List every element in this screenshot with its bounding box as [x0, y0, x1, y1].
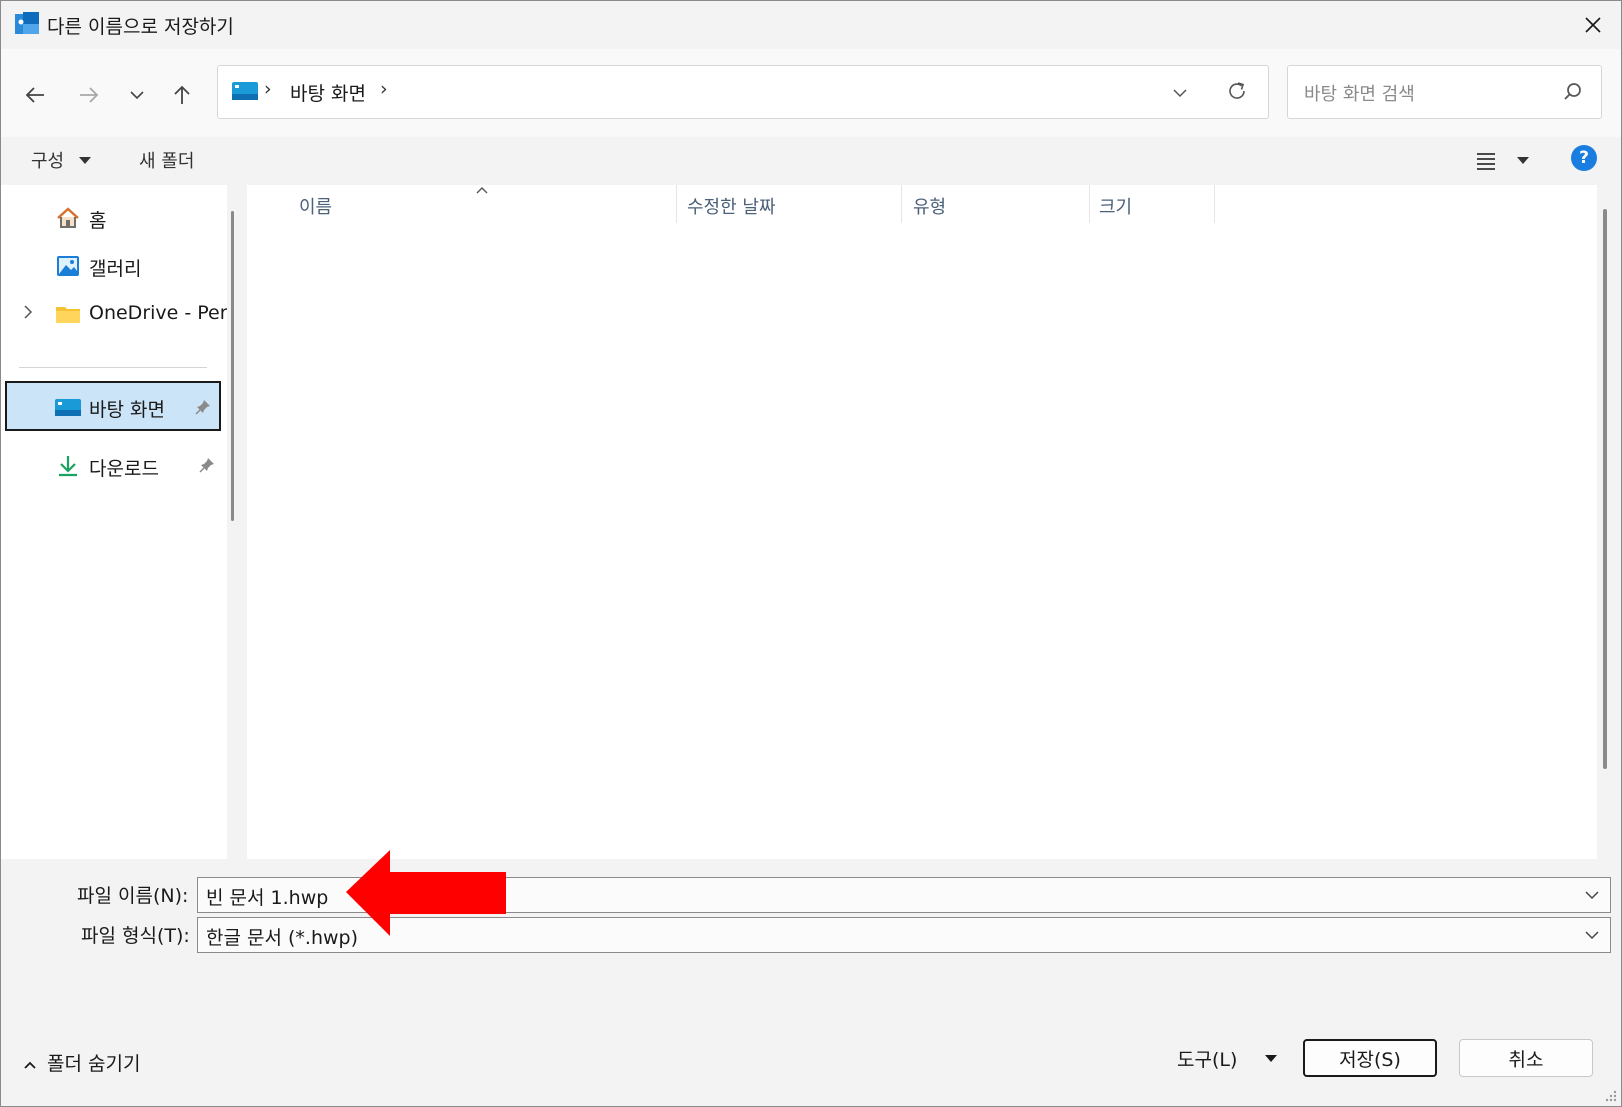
address-bar[interactable]: › 바탕 화면 ›: [217, 65, 1269, 119]
bottom-bar: 폴더 숨기기 도구(L) 저장(S) 취소: [1, 1019, 1621, 1106]
filename-value: 빈 문서 1.hwp: [206, 887, 329, 909]
chevron-down-icon[interactable]: [1584, 888, 1600, 902]
nav-item-label: OneDrive - Pers: [89, 302, 227, 324]
nav-item-home[interactable]: 홈: [1, 195, 227, 241]
column-divider[interactable]: [676, 185, 677, 223]
hwp-doc-icon: [15, 12, 39, 34]
navigation-pane: 홈 갤러리 OneDrive - Pers 바탕 화면 다운로드: [1, 185, 227, 859]
save-button[interactable]: 저장(S): [1303, 1039, 1437, 1077]
window-title: 다른 이름으로 저장하기: [47, 16, 234, 38]
nav-item-label: 다운로드: [89, 458, 159, 480]
recent-locations-button[interactable]: [119, 77, 155, 113]
breadcrumb-desktop[interactable]: 바탕 화면: [290, 79, 366, 106]
hide-folders-button[interactable]: 폴더 숨기기: [23, 1049, 140, 1076]
column-divider[interactable]: [1214, 185, 1215, 223]
new-folder-button[interactable]: 새 폴더: [139, 147, 194, 173]
home-icon: [57, 207, 79, 228]
caret-down-icon[interactable]: [1265, 1055, 1277, 1063]
column-header-modified[interactable]: 수정한 날짜: [687, 193, 776, 219]
tools-button[interactable]: 도구(L): [1177, 1045, 1237, 1072]
pin-icon[interactable]: [199, 457, 215, 473]
close-button[interactable]: [1565, 1, 1621, 49]
nav-item-desktop[interactable]: 바탕 화면: [5, 381, 221, 431]
save-as-dialog: 다른 이름으로 저장하기 › 바탕 화면 › 바탕 화면 검색 구성 새 폴더 …: [0, 0, 1622, 1107]
folder-icon: [56, 307, 80, 323]
view-list-icon[interactable]: [1475, 151, 1497, 171]
chevron-down-icon[interactable]: [1172, 82, 1188, 102]
command-bar: 구성 새 폴더 ?: [1, 137, 1621, 185]
chevron-up-icon: [24, 1061, 36, 1069]
close-icon: [1585, 17, 1601, 33]
column-header-name[interactable]: 이름: [299, 193, 332, 219]
sort-ascending-icon: [476, 187, 488, 194]
navigation-bar: › 바탕 화면 › 바탕 화면 검색: [1, 49, 1621, 137]
nav-item-label: 바탕 화면: [89, 399, 165, 421]
search-placeholder: 바탕 화면 검색: [1304, 84, 1415, 105]
title-bar: 다른 이름으로 저장하기: [1, 1, 1621, 49]
nav-pane-scrollbar[interactable]: [231, 211, 234, 521]
filetype-label: 파일 형식(T):: [81, 925, 190, 947]
arrow-left-icon: [25, 87, 44, 103]
resize-grip-icon[interactable]: [1603, 1088, 1617, 1102]
column-header-size[interactable]: 크기: [1099, 193, 1132, 219]
nav-item-label: 홈: [89, 210, 107, 232]
nav-item-label: 갤러리: [89, 258, 142, 280]
gallery-icon: [57, 256, 79, 276]
organize-button[interactable]: 구성: [31, 147, 64, 173]
arrow-up-icon: [174, 85, 190, 104]
desktop-icon: [232, 82, 258, 100]
chevron-right-icon[interactable]: [23, 304, 33, 320]
back-button[interactable]: [17, 77, 53, 113]
red-arrow-annotation-icon: [346, 850, 506, 936]
save-fields: 파일 이름(N): 빈 문서 1.hwp 파일 형식(T): 한글 문서 (*.…: [1, 859, 1621, 1019]
nav-item-downloads[interactable]: 다운로드: [1, 443, 227, 489]
up-button[interactable]: [164, 77, 200, 113]
breadcrumb-separator: ›: [264, 78, 272, 100]
nav-item-onedrive[interactable]: OneDrive - Pers: [1, 291, 227, 337]
help-button[interactable]: ?: [1571, 145, 1597, 171]
search-input[interactable]: 바탕 화면 검색: [1287, 65, 1602, 119]
forward-button[interactable]: [71, 77, 107, 113]
file-list: 이름 수정한 날짜 유형 크기: [247, 185, 1607, 859]
nav-item-gallery[interactable]: 갤러리: [1, 243, 227, 289]
column-divider[interactable]: [901, 185, 902, 223]
pin-icon[interactable]: [195, 399, 211, 415]
column-divider[interactable]: [1089, 185, 1090, 223]
chevron-down-icon: [130, 91, 144, 100]
filename-label: 파일 이름(N):: [77, 885, 189, 907]
download-icon: [59, 456, 77, 477]
desktop-icon: [55, 399, 81, 416]
nav-divider: [19, 367, 207, 368]
refresh-icon[interactable]: [1226, 80, 1248, 102]
arrow-right-icon: [80, 87, 99, 103]
file-list-scrollbar[interactable]: [1603, 209, 1607, 769]
caret-down-icon[interactable]: [79, 157, 91, 165]
filetype-value: 한글 문서 (*.hwp): [206, 927, 359, 949]
hide-folders-label: 폴더 숨기기: [47, 1053, 141, 1075]
caret-down-icon[interactable]: [1517, 157, 1529, 165]
cancel-button[interactable]: 취소: [1459, 1039, 1593, 1077]
column-header-type[interactable]: 유형: [913, 193, 946, 219]
chevron-down-icon[interactable]: [1584, 928, 1600, 942]
search-icon: [1564, 83, 1581, 100]
breadcrumb-separator[interactable]: ›: [380, 78, 388, 100]
